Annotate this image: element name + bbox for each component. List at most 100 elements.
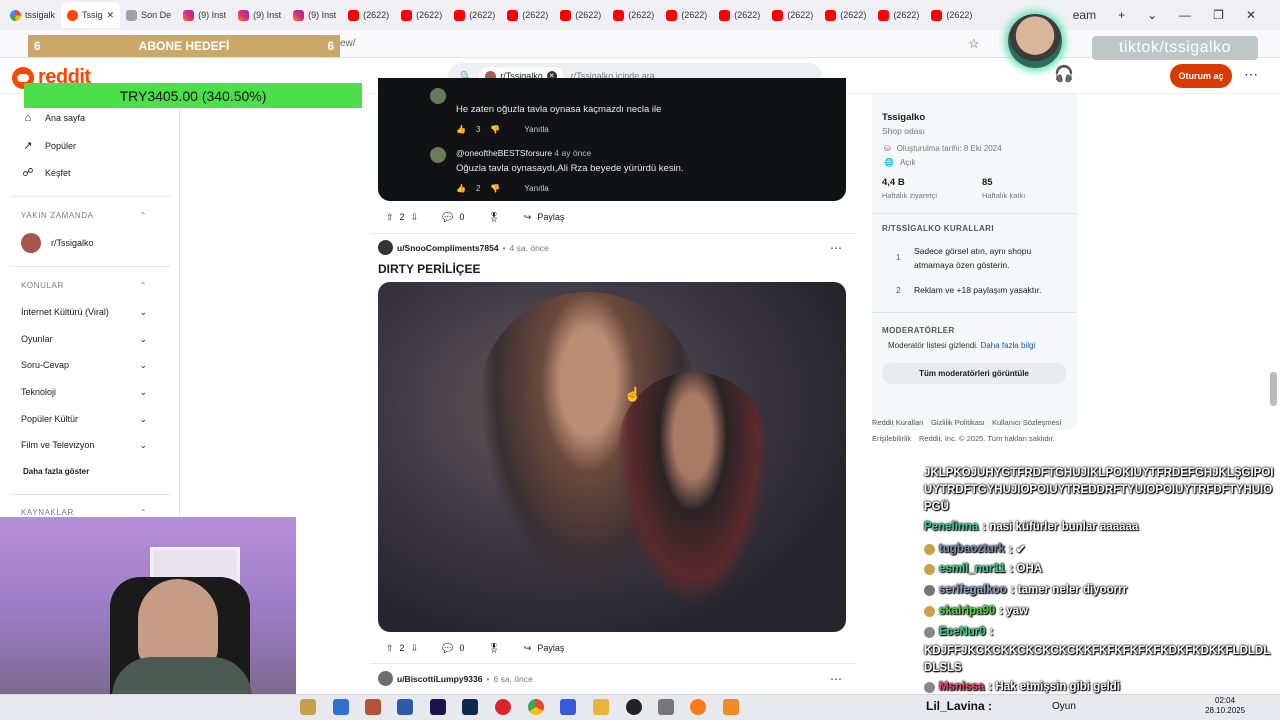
rule-text[interactable]: Sadece görsel atın, aynı shopu atmamaya … (914, 244, 1064, 272)
browser-tab[interactable]: (2622) (448, 2, 501, 28)
browser-tab[interactable]: (2622) (766, 2, 819, 28)
browser-tab[interactable]: (2622) (607, 2, 660, 28)
minimize-button[interactable]: — (1179, 8, 1191, 22)
browser-tab[interactable]: tssigalk (4, 2, 61, 28)
embedded-comments-image[interactable] (378, 78, 846, 201)
new-tab-button[interactable]: + (1118, 8, 1125, 22)
browser-tab[interactable]: (9) Inst (232, 2, 287, 28)
browser-tab[interactable]: (2622) (660, 2, 713, 28)
taskbar-firefox-icon[interactable] (690, 699, 706, 715)
downvote-icon[interactable]: ⇩ (411, 643, 419, 654)
taskbar-game-label[interactable]: Oyun (1052, 701, 1076, 712)
sidebar-item-recent-community[interactable]: r/Tssigalko (21, 233, 94, 253)
webcam-feed (0, 517, 296, 694)
browser-tab[interactable]: (2622) (501, 2, 554, 28)
page-scrollbar[interactable] (1270, 372, 1277, 406)
tab-label: (2622) (893, 10, 920, 20)
browser-tab[interactable]: (2622) (872, 2, 925, 28)
close-tab-icon[interactable]: ✕ (107, 10, 115, 21)
rule-number: 2 (896, 285, 901, 295)
post-more-icon[interactable]: ⋯ (830, 672, 842, 686)
footer-link[interactable]: Reddit Kuralları (872, 418, 924, 427)
post-image[interactable] (378, 282, 846, 632)
tab-list-button[interactable]: ⌄ (1147, 8, 1157, 22)
chat-text: : nasi küfürler bunlar aaaaaa (982, 521, 1139, 533)
post-username[interactable]: u/SnooCompliments7854 (397, 243, 499, 253)
taskbar-app-icon[interactable] (333, 699, 349, 715)
browser-tab[interactable]: (2622) (819, 2, 872, 28)
more-options-icon[interactable]: ⋯ (1244, 66, 1258, 83)
topic-item[interactable]: Soru-Cevap ⌄ (21, 360, 147, 371)
clock-time: 02:04 (1215, 696, 1236, 705)
post-title[interactable]: DIRTY PERİLİÇEE (378, 262, 480, 276)
footer-link[interactable]: Erişilebilirlik (872, 434, 911, 443)
url-text[interactable]: ew/ (340, 38, 356, 49)
browser-tab[interactable]: (2622) (395, 2, 448, 28)
topics-section-header[interactable]: KONULAR ⌃ (21, 281, 147, 290)
vote-control[interactable]: ⇧ 2 ⇩ (378, 638, 426, 658)
mods-more-link[interactable]: Daha fazla bilgi (981, 341, 1036, 350)
share-button[interactable]: ↪ Paylaş (516, 207, 573, 227)
browser-tab[interactable]: (2622) (925, 2, 978, 28)
browser-tab[interactable]: (9) Inst (287, 2, 342, 28)
post-more-icon[interactable]: ⋯ (830, 241, 842, 255)
taskbar-premiere-icon[interactable] (430, 699, 446, 715)
tab-label: (2622) (628, 10, 655, 20)
downvote-icon[interactable]: ⇩ (411, 212, 419, 223)
share-label: Paylaş (537, 212, 565, 222)
chat-message-spam: KDJFFJKCKCKKCKCKCKCKKFKFKFKFKFKDKFKDKKFL… (924, 645, 1271, 674)
award-button[interactable]: 🎖 (480, 207, 507, 227)
rule-text[interactable]: Reklam ve +18 paylaşım yasaktır. (914, 285, 1041, 295)
bookmark-star-icon[interactable]: ☆ (968, 36, 980, 52)
browser-tab[interactable]: (2622) (713, 2, 766, 28)
award-button[interactable]: 🎖 (480, 638, 507, 658)
sidebar-item-explore[interactable]: ☍ Keşfet (21, 166, 70, 179)
browser-tab[interactable]: (2622) (342, 2, 395, 28)
taskbar-app-icon[interactable] (397, 699, 413, 715)
tiktok-handle: tiktok/tssigalko (1092, 36, 1258, 60)
taskbar-vlc-icon[interactable] (723, 699, 739, 715)
login-button[interactable]: Oturum aç (1170, 64, 1232, 88)
browser-tab[interactable]: Son De (120, 2, 177, 28)
topic-item[interactable]: İnternet Kültürü (Viral) ⌄ (21, 307, 147, 318)
close-window-button[interactable]: ✕ (1246, 8, 1256, 22)
maximize-button[interactable]: ❐ (1213, 8, 1224, 22)
taskbar-obs-icon[interactable] (626, 699, 642, 715)
browser-tab[interactable]: (9) Inst (177, 2, 232, 28)
taskbar-clock[interactable]: 02:04 28.10.2025 (1205, 696, 1245, 716)
comments-button[interactable]: 💬 0 (434, 207, 472, 227)
topic-item[interactable]: Oyunlar ⌄ (21, 334, 147, 345)
recent-section-header[interactable]: YAKIN ZAMANDA ⌃ (21, 211, 147, 220)
sidebar-item-home[interactable]: ⌂ Ana sayfa (21, 112, 85, 124)
resources-section-header[interactable]: KAYNAKLAR ⌃ (21, 508, 147, 517)
goal-target: 6 (327, 39, 334, 53)
sidebar-item-popular[interactable]: ↗ Popüler (21, 139, 76, 152)
taskbar-photoshop-icon[interactable] (462, 699, 478, 715)
chat-text: : (989, 626, 994, 638)
upvote-icon[interactable]: ⇧ (386, 643, 394, 654)
browser-tab[interactable]: Tssig ✕ (61, 2, 121, 28)
taskbar-app-icon[interactable] (560, 699, 576, 715)
taskbar-folder-icon[interactable] (593, 699, 609, 715)
comments-button[interactable]: 💬 0 (434, 638, 472, 658)
show-more-button[interactable]: Daha fazla göster (23, 467, 89, 476)
taskbar-app-icon[interactable] (658, 699, 674, 715)
browser-tab[interactable]: (2622) (554, 2, 607, 28)
taskbar-chrome-icon[interactable] (528, 699, 544, 715)
window-controls: eam + ⌄ — ❐ ✕ (1062, 0, 1280, 30)
topic-item[interactable]: Teknoloji ⌄ (21, 387, 147, 398)
post-username[interactable]: u/BiscottiLumpy9336 (397, 674, 483, 684)
view-all-moderators-button[interactable]: Tüm moderatörleri görüntüle (882, 363, 1066, 384)
extra-tab-label[interactable]: eam (1073, 8, 1096, 22)
topic-item[interactable]: Popüler Kültür ⌄ (21, 414, 147, 425)
topic-item[interactable]: Film ve Televizyon ⌄ (21, 440, 147, 451)
taskbar-app-icon[interactable] (365, 699, 381, 715)
footer-link[interactable]: Gizlilik Politikası (931, 418, 985, 427)
vote-control[interactable]: ⇧ 2 ⇩ (378, 207, 426, 227)
footer-link[interactable]: Kullanıcı Sözleşmesi (992, 418, 1061, 427)
upvote-icon[interactable]: ⇧ (386, 212, 394, 223)
taskbar-app-icon[interactable] (300, 699, 316, 715)
taskbar-opera-icon[interactable] (495, 699, 511, 715)
share-button[interactable]: ↪ Paylaş (516, 638, 573, 658)
tab-label: tssigalk (25, 10, 56, 20)
